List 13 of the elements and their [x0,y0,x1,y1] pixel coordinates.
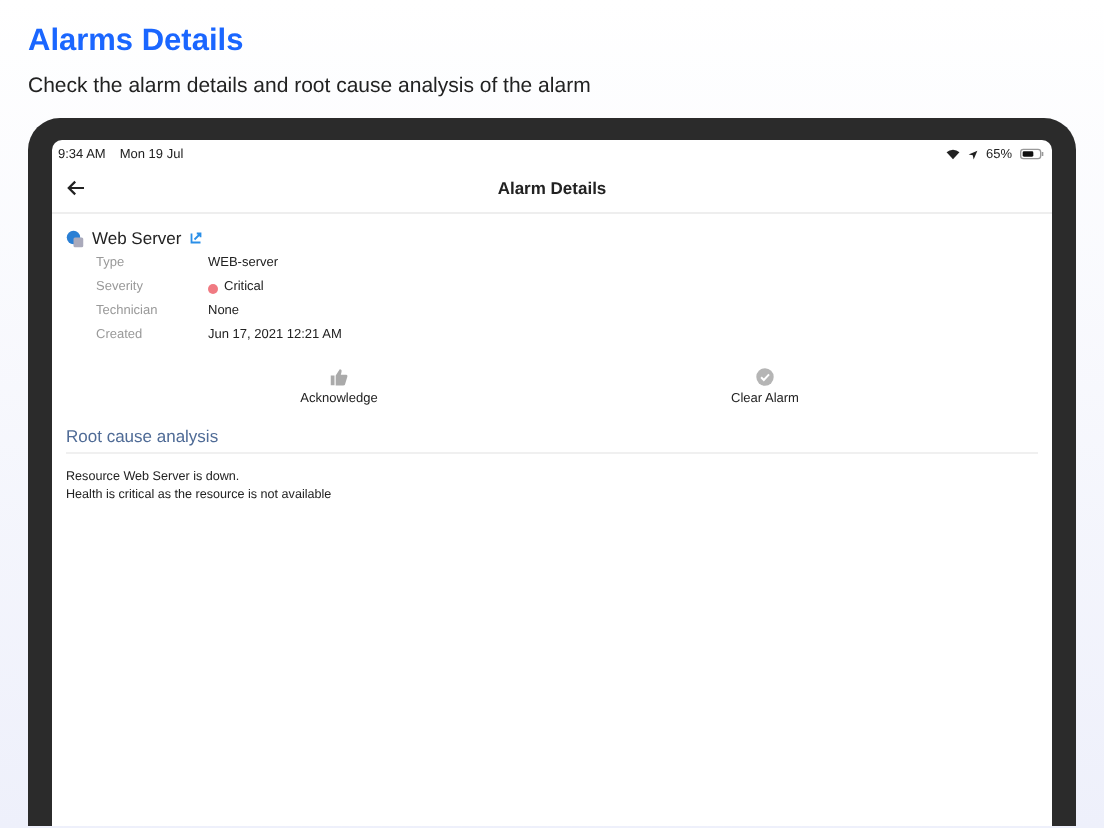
external-link-icon[interactable] [189,232,202,244]
location-icon [967,149,978,159]
resource-name: Web Server [92,228,182,248]
section-heading: Root cause analysis [66,426,1038,454]
page-subtitle: Check the alarm details and root cause analysis of the alarm [28,74,593,100]
wifi-icon [945,148,960,160]
server-icon [66,229,84,247]
nav-title: Alarm Details [497,178,607,198]
battery-icon [1020,148,1044,160]
check-circle-icon [756,368,774,386]
thumbs-up-icon [330,368,348,386]
back-arrow-icon[interactable] [66,180,86,196]
page-title: Alarms Details [28,24,246,60]
